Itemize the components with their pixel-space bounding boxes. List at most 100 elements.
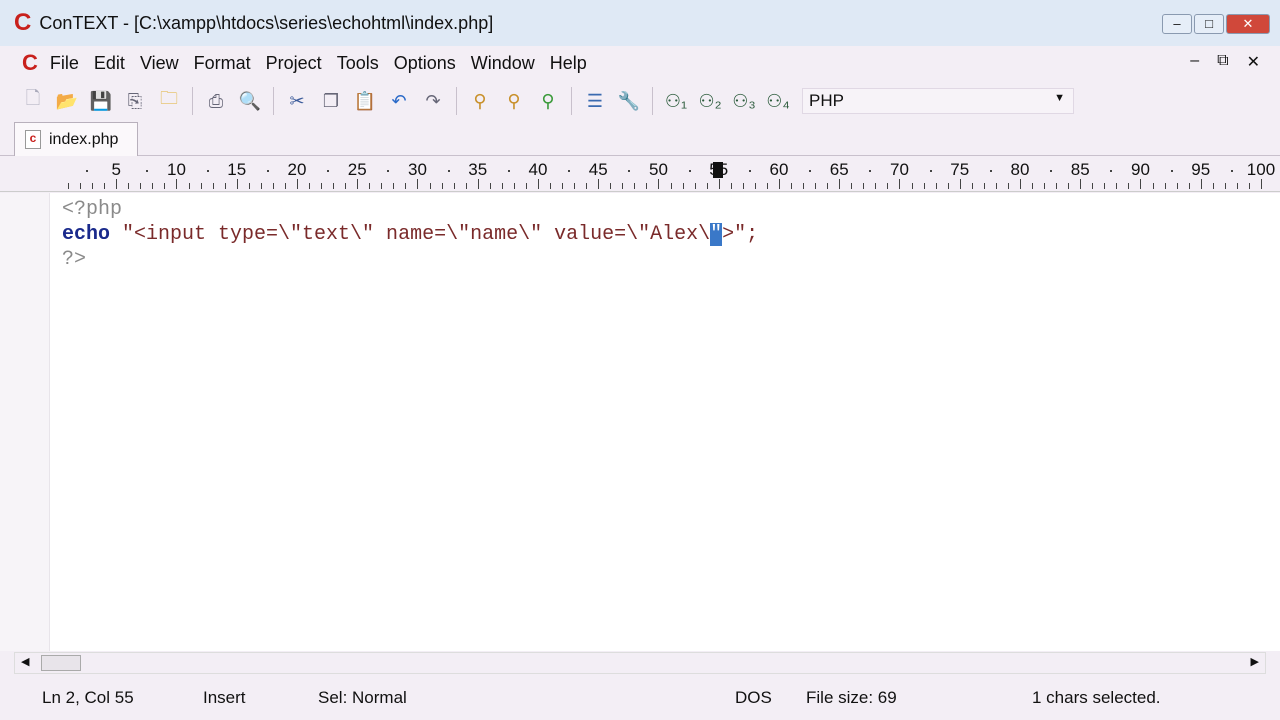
- close-button[interactable]: ✕: [1226, 14, 1270, 34]
- doc-close-button[interactable]: ✕: [1247, 52, 1260, 72]
- toolbar: 🗋 📂 💾 ⎘ 🗀 ⎙ 🔍 ✂ ❐ 📋 ↶ ↷ ⚲ ⚲ ⚲ ☰ 🔧 ⚇₁ ⚇₂ …: [20, 82, 791, 120]
- gutter: [0, 193, 50, 651]
- copy-icon[interactable]: ❐: [318, 88, 344, 114]
- app-menu-icon[interactable]: C: [22, 50, 38, 76]
- ruler-tick: [68, 183, 70, 189]
- menu-file[interactable]: File: [50, 53, 79, 74]
- menu-options[interactable]: Options: [394, 53, 456, 74]
- new-file-icon[interactable]: 🗋: [20, 88, 46, 114]
- ruler-tick: [1188, 183, 1190, 189]
- menu-help[interactable]: Help: [550, 53, 587, 74]
- separator: [273, 87, 274, 115]
- menu-tools[interactable]: Tools: [337, 53, 379, 74]
- doc-restore-button[interactable]: ⧉: [1217, 52, 1228, 72]
- menu-edit[interactable]: Edit: [94, 53, 125, 74]
- ruler-tick: [1128, 183, 1130, 189]
- user-command-2-icon[interactable]: ⚇₂: [697, 88, 723, 114]
- ruler-tick: [140, 183, 142, 189]
- ruler-tick: [670, 183, 672, 189]
- tools-icon[interactable]: 🔧: [616, 88, 642, 114]
- open-icon[interactable]: 📂: [54, 88, 80, 114]
- ruler-tick: [188, 183, 190, 189]
- doc-minimize-button[interactable]: –: [1190, 52, 1199, 72]
- undo-icon[interactable]: ↶: [386, 88, 412, 114]
- ruler-tick: [791, 183, 793, 189]
- ruler-label: 50: [649, 160, 668, 179]
- ruler-tick: [562, 183, 564, 189]
- maximize-button[interactable]: □: [1194, 14, 1224, 34]
- ruler-tick: [574, 183, 576, 189]
- ruler-dot: [327, 170, 330, 172]
- edit-list-icon[interactable]: ☰: [582, 88, 608, 114]
- tab-index-php[interactable]: c index.php: [14, 122, 138, 156]
- ruler-dot: [146, 170, 149, 172]
- ruler-tick: [200, 183, 202, 189]
- ruler-tick: [525, 183, 527, 189]
- scroll-right-icon[interactable]: ▶: [1251, 655, 1259, 668]
- ruler-tick: [899, 179, 901, 189]
- ruler-tick: [1200, 179, 1202, 189]
- menu-project[interactable]: Project: [266, 53, 322, 74]
- scroll-thumb[interactable]: [41, 655, 81, 671]
- ruler-tick: [417, 179, 419, 189]
- minimize-button[interactable]: –: [1162, 14, 1192, 34]
- ruler-tick: [296, 179, 298, 189]
- print-icon[interactable]: ⎙: [203, 88, 229, 114]
- ruler-tick: [152, 183, 154, 189]
- ruler-tick: [1116, 183, 1118, 189]
- ruler-tick: [971, 183, 973, 189]
- menu-view[interactable]: View: [140, 53, 179, 74]
- ruler-tick: [586, 183, 588, 189]
- menu-format[interactable]: Format: [194, 53, 251, 74]
- save-all-icon[interactable]: ⎘: [122, 88, 148, 114]
- menu-window[interactable]: Window: [471, 53, 535, 74]
- ruler-dot: [507, 170, 510, 172]
- ruler-tick: [345, 183, 347, 189]
- cut-icon[interactable]: ✂: [284, 88, 310, 114]
- ruler-tick: [1260, 179, 1262, 189]
- ruler-tick: [803, 183, 805, 189]
- replace-icon[interactable]: ⚲: [535, 88, 561, 114]
- language-select[interactable]: PHP ▼: [802, 88, 1074, 114]
- ruler-tick: [1248, 183, 1250, 189]
- ruler-tick: [80, 183, 82, 189]
- ruler-tick: [754, 183, 756, 189]
- ruler-tick: [634, 183, 636, 189]
- find-icon[interactable]: ⚲: [467, 88, 493, 114]
- user-command-3-icon[interactable]: ⚇₃: [731, 88, 757, 114]
- ruler-label: 80: [1010, 160, 1030, 179]
- redo-icon[interactable]: ↷: [420, 88, 446, 114]
- ruler-tick: [1164, 183, 1166, 189]
- print-preview-icon[interactable]: 🔍: [237, 88, 263, 114]
- code-line-2: echo "<input type=\"text\" name=\"name\"…: [62, 223, 759, 246]
- ruler-tick: [610, 183, 612, 189]
- language-value: PHP: [809, 91, 844, 110]
- status-selection-mode: Sel: Normal: [318, 688, 407, 707]
- code-editor[interactable]: <?php echo "<input type=\"text\" name=\"n…: [0, 193, 1280, 651]
- separator: [456, 87, 457, 115]
- user-command-4-icon[interactable]: ⚇₄: [765, 88, 791, 114]
- ruler-tick: [1044, 183, 1046, 189]
- ruler-tick: [441, 183, 443, 189]
- ruler-tick: [260, 183, 262, 189]
- ruler-tick: [309, 183, 311, 189]
- ruler-dot: [387, 170, 390, 172]
- save-icon[interactable]: 💾: [88, 88, 114, 114]
- find-next-icon[interactable]: ⚲: [501, 88, 527, 114]
- ruler-tick: [405, 183, 407, 189]
- ruler-tick: [212, 183, 214, 189]
- ruler-dot: [989, 170, 992, 172]
- status-bar: Ln 2, Col 55 Insert Sel: Normal DOS File…: [0, 682, 1280, 720]
- code-text[interactable]: <?php echo "<input type=\"text\" name=\"n…: [62, 197, 758, 272]
- paste-icon[interactable]: 📋: [352, 88, 378, 114]
- ruler-tick: [935, 183, 937, 189]
- horizontal-scrollbar[interactable]: ◀ ▶: [14, 652, 1266, 674]
- ruler-tick: [622, 183, 624, 189]
- scroll-left-icon[interactable]: ◀: [21, 655, 29, 668]
- ruler-tick: [887, 183, 889, 189]
- open-folder-icon[interactable]: 🗀: [156, 88, 182, 114]
- ruler-tick: [550, 183, 552, 189]
- ruler-tick: [923, 183, 925, 189]
- ruler-tick: [1104, 183, 1106, 189]
- user-command-1-icon[interactable]: ⚇₁: [663, 88, 689, 114]
